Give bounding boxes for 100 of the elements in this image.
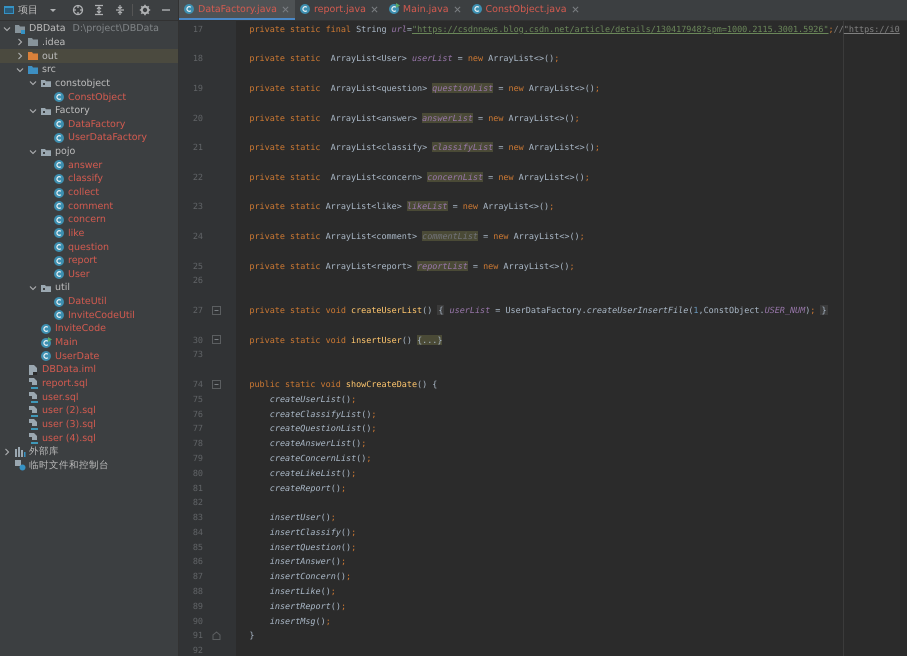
tree-item[interactable]: User bbox=[0, 268, 178, 282]
tree-item[interactable]: DateUtil bbox=[0, 294, 178, 308]
tree-item[interactable]: pojo bbox=[0, 144, 178, 158]
close-icon[interactable] bbox=[572, 6, 579, 12]
tree-item[interactable]: user (4).sql bbox=[0, 431, 178, 445]
semicolon: ; bbox=[594, 142, 600, 152]
tree-item[interactable]: InviteCodeUtil bbox=[0, 308, 178, 322]
tree-item[interactable]: constobject bbox=[0, 76, 178, 90]
field-name: commentList bbox=[422, 230, 478, 241]
tree-item[interactable]: user.sql bbox=[0, 390, 178, 404]
editor-tab[interactable]: report.java bbox=[294, 0, 384, 20]
tree-item[interactable]: .idea bbox=[0, 36, 178, 50]
tree-item[interactable]: Main bbox=[0, 336, 178, 350]
chevron-icon[interactable] bbox=[29, 284, 37, 292]
tree-item[interactable]: DataFactory bbox=[0, 117, 178, 132]
field-name: url bbox=[392, 24, 407, 34]
tree-item[interactable]: question bbox=[0, 240, 178, 254]
tree-item[interactable]: like bbox=[0, 226, 178, 240]
folder-icon bbox=[27, 64, 39, 76]
semicolon: ; bbox=[371, 423, 376, 434]
tree-item[interactable]: UserDate bbox=[0, 349, 178, 364]
keyword: new bbox=[508, 82, 525, 93]
tree-item[interactable]: collect bbox=[0, 186, 178, 200]
semicolon: ; bbox=[366, 452, 372, 463]
method-name: showCreateDate bbox=[346, 378, 418, 389]
tree-item[interactable]: out bbox=[0, 49, 178, 63]
editor-tab[interactable]: DataFactory.java bbox=[179, 0, 295, 20]
class-icon bbox=[53, 91, 65, 104]
tree-item-label: user (4).sql bbox=[42, 432, 96, 444]
class-icon bbox=[53, 159, 65, 172]
field-name: USER_NUM bbox=[764, 304, 806, 315]
chevron-icon[interactable] bbox=[29, 106, 37, 115]
tree-item-label: .idea bbox=[42, 36, 66, 48]
tree-item[interactable]: DBData.iml bbox=[0, 363, 178, 377]
tree-item-label: user (2).sql bbox=[42, 405, 96, 416]
code-text: = bbox=[487, 172, 494, 182]
tree-item[interactable]: report bbox=[0, 254, 178, 268]
fold-icon[interactable] bbox=[212, 380, 220, 389]
tree-item-label: src bbox=[42, 64, 56, 76]
code-text: = bbox=[497, 82, 504, 93]
class-icon bbox=[53, 132, 65, 144]
fold-icon[interactable] bbox=[212, 306, 220, 315]
semicolon: ; bbox=[361, 438, 366, 448]
code-text: () bbox=[330, 556, 341, 566]
tree-item[interactable]: comment bbox=[0, 199, 178, 213]
semicolon: ; bbox=[574, 112, 580, 123]
expand-all-icon[interactable] bbox=[114, 4, 126, 16]
keyword: new bbox=[462, 201, 480, 212]
field-name: classifyList bbox=[432, 142, 494, 152]
tree-item[interactable]: classify bbox=[0, 172, 178, 186]
library-icon bbox=[14, 446, 26, 458]
tree-item[interactable]: user (2).sql bbox=[0, 404, 178, 418]
tree-item-label: DBData bbox=[29, 23, 66, 34]
tree-item[interactable]: 临时文件和控制台 bbox=[0, 458, 178, 472]
brace: } bbox=[820, 304, 828, 315]
url-string: "https://csdnnews.blog.csdn.net/article/details/130417948?spm=1000.2115.3001.5926" bbox=[412, 24, 829, 34]
tree-item[interactable]: concern bbox=[0, 212, 178, 227]
tree-item[interactable]: Factory bbox=[0, 104, 178, 118]
field-name: likeList bbox=[406, 201, 448, 212]
editor-tab[interactable]: Main.java bbox=[384, 0, 467, 20]
tree-item[interactable]: user (3).sql bbox=[0, 418, 178, 432]
database-file-icon bbox=[27, 377, 39, 390]
fold-icon[interactable] bbox=[212, 335, 220, 344]
tree-item[interactable]: UserDataFactory bbox=[0, 131, 178, 145]
method-call: createQuestionList bbox=[270, 423, 362, 434]
tree-item[interactable]: InviteCode bbox=[0, 322, 178, 336]
tree-item[interactable]: DBData D:\project\DBData bbox=[0, 22, 178, 36]
semicolon: ; bbox=[554, 53, 560, 64]
method-call: insertMsg bbox=[270, 616, 316, 626]
folder-icon bbox=[27, 50, 39, 62]
method-call: createLikeList bbox=[270, 468, 341, 478]
collapse-all-icon[interactable] bbox=[93, 4, 105, 16]
class-icon bbox=[470, 3, 483, 15]
panel-title[interactable]: 项目 bbox=[18, 3, 38, 17]
caret-icon[interactable] bbox=[49, 8, 57, 12]
class-icon bbox=[53, 241, 65, 254]
code-text: () bbox=[330, 482, 341, 492]
tree-item-label: pojo bbox=[55, 146, 76, 158]
tree-item[interactable]: 外部库 bbox=[0, 444, 178, 458]
close-icon[interactable] bbox=[370, 6, 378, 12]
class-icon bbox=[183, 3, 195, 15]
tree-item[interactable]: src bbox=[0, 62, 178, 77]
settings-icon[interactable] bbox=[139, 4, 151, 16]
tree-item[interactable]: util bbox=[0, 281, 178, 295]
locate-icon[interactable] bbox=[72, 4, 84, 16]
close-icon[interactable] bbox=[454, 6, 461, 12]
code-text: () bbox=[320, 512, 331, 522]
tree-item[interactable]: report.sql bbox=[0, 376, 178, 390]
chevron-icon[interactable] bbox=[29, 148, 37, 156]
tree-item[interactable]: ConstObject bbox=[0, 90, 178, 104]
code-text: = bbox=[482, 230, 490, 241]
keyword: private static bbox=[249, 172, 322, 182]
semicolon: ; bbox=[351, 542, 356, 552]
chevron-icon[interactable] bbox=[3, 448, 11, 456]
tree-item-label: comment bbox=[68, 200, 114, 212]
tree-item[interactable]: answer bbox=[0, 158, 178, 172]
field-name: userList bbox=[412, 53, 453, 64]
keyword: public static void bbox=[249, 378, 342, 389]
editor-tab[interactable]: ConstObject.java bbox=[466, 0, 585, 20]
semicolon: ; bbox=[330, 586, 336, 596]
